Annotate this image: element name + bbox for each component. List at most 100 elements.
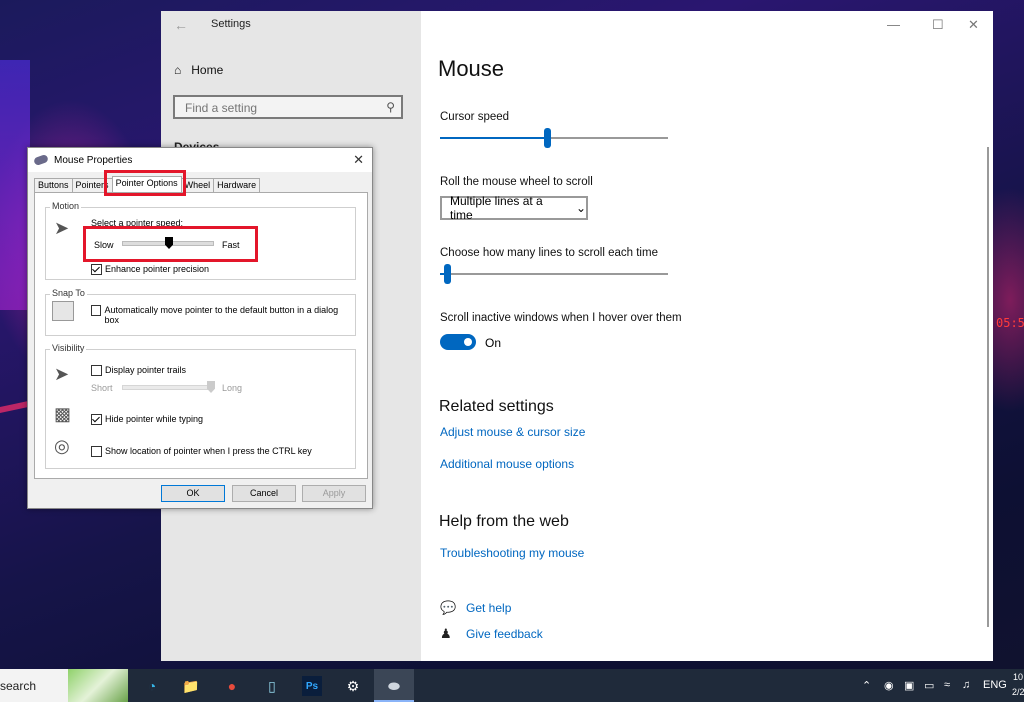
neon-decoration [0,60,30,310]
clock-time[interactable]: 10 [1013,672,1023,682]
trails-checkbox[interactable] [91,365,102,376]
troubleshooting-link[interactable]: Troubleshooting my mouse [440,546,584,560]
additional-mouse-options-link[interactable]: Additional mouse options [440,457,574,471]
snap-group: Snap To Automatically move pointer to th… [45,288,356,336]
chevron-down-icon: ⌄ [575,201,586,215]
slider-thumb[interactable] [443,264,451,284]
trails-row[interactable]: Display pointer trails [91,365,186,376]
page-title: Mouse [438,56,505,81]
meet-icon[interactable]: ◉ [884,679,894,692]
visibility-group: Visibility ➤ Display pointer trails Shor… [45,343,356,469]
snap-checkbox[interactable] [91,305,102,316]
back-arrow-icon[interactable]: ← [174,17,188,33]
taskbar: search ◔ 📁 ● ▯ Ps ⚙ ⬬ ⌃ ◉ ▣ ▭ ≈ ♫ ENG 10… [0,669,1024,702]
pointer-speed-icon: ➤ [54,218,70,238]
home-icon: ⌂ [174,63,182,77]
precision-checkbox[interactable] [91,264,102,275]
hide-checkbox[interactable] [91,414,102,425]
tab-hardware[interactable]: Hardware [213,178,261,192]
scrollbar[interactable] [987,147,989,627]
trails-slider [122,381,215,393]
hide-pointer-icon: ▩ [54,404,72,424]
adjust-mouse-link[interactable]: Adjust mouse & cursor size [440,425,585,439]
cursor-speed-label: Cursor speed [440,111,510,123]
snap-label: Automatically move pointer to the defaul… [104,305,339,325]
related-settings-title: Related settings [439,398,554,415]
ctrl-row[interactable]: Show location of pointer when I press th… [91,446,312,457]
taskbar-search-label: search [0,679,37,693]
highlight-box-tab [104,170,186,196]
file-explorer-icon[interactable]: 📁 [181,676,201,696]
ctrl-checkbox[interactable] [91,446,102,457]
nav-home[interactable]: ⌂ Home [174,63,223,77]
close-icon[interactable]: ✕ [353,152,364,168]
clock-date[interactable]: 2/2 [1012,687,1024,697]
settings-main: Mouse Cursor speed Roll the mouse wheel … [421,11,993,661]
slider-thumb [207,381,215,393]
give-feedback-label: Give feedback [466,627,543,641]
pointer-trails-icon: ➤ [54,364,70,384]
dialog-title: Mouse Properties [54,154,133,166]
mouse-icon [33,153,49,167]
lines-slider[interactable] [440,264,668,284]
toggle-knob [464,338,472,346]
app-icon[interactable]: ▯ [262,676,282,696]
trails-label: Display pointer trails [105,365,187,375]
snap-row[interactable]: Automatically move pointer to the defaul… [91,305,341,325]
window-title: Settings [211,18,251,30]
precision-label: Enhance pointer precision [105,264,210,274]
search-input[interactable] [183,100,377,116]
cancel-button[interactable]: Cancel [232,485,296,502]
ctrl-locate-icon: ◎ [54,436,70,456]
ctrl-label: Show location of pointer when I press th… [105,446,312,456]
volume-icon[interactable]: ♫ [962,679,970,691]
nav-home-label: Home [191,63,224,77]
taskbar-search[interactable]: search [0,669,128,702]
highlight-box-speed [83,226,258,262]
snap-to-icon [52,301,74,321]
desktop-clock: 05:5 [996,316,1024,330]
precision-row[interactable]: Enhance pointer precision [91,264,209,275]
wifi-icon[interactable]: ≈ [944,679,950,691]
apply-button[interactable]: Apply [302,485,366,502]
tab-buttons[interactable]: Buttons [34,178,73,192]
camera-icon[interactable]: ▣ [904,679,914,692]
mouse-icon: ⬬ [388,677,400,694]
ok-button[interactable]: OK [161,485,225,502]
inactive-scroll-label: Scroll inactive windows when I hover ove… [440,312,682,324]
search-decoration [68,669,128,702]
group-title: Visibility [50,343,87,353]
settings-search[interactable]: ⚲ [173,95,403,119]
scroll-label: Roll the mouse wheel to scroll [440,176,593,188]
scroll-dropdown[interactable]: Multiple lines at a time ⌄ [440,194,588,222]
group-title: Motion [50,201,82,211]
short-label: Short [91,383,113,393]
feedback-icon: ♟ [440,626,452,641]
group-title: Snap To [50,288,87,298]
cursor-speed-slider[interactable] [440,128,668,148]
lines-label: Choose how many lines to scroll each tim… [440,247,658,259]
get-help-label: Get help [466,601,512,615]
get-help-link[interactable]: 💬 Get help [440,600,511,616]
chrome-icon[interactable]: ● [222,676,242,696]
dialog-titlebar[interactable]: Mouse Properties ✕ [28,148,372,172]
battery-icon[interactable]: ▭ [924,679,934,692]
long-label: Long [222,383,243,393]
mouse-properties-taskbar-item[interactable]: ⬬ [374,669,414,702]
search-icon: ⚲ [386,100,395,114]
dropdown-value: Multiple lines at a time [450,194,543,222]
chevron-up-icon[interactable]: ⌃ [862,679,871,692]
edge-icon[interactable]: ◔ [142,676,162,696]
slider-fill [440,137,547,139]
slider-thumb[interactable] [543,128,551,148]
settings-gear-icon[interactable]: ⚙ [343,676,363,696]
photoshop-icon[interactable]: Ps [302,676,322,696]
help-title: Help from the web [439,513,569,530]
inactive-scroll-toggle[interactable] [440,334,476,350]
give-feedback-link[interactable]: ♟ Give feedback [440,626,543,642]
hide-row[interactable]: Hide pointer while typing [91,414,203,425]
hide-label: Hide pointer while typing [105,414,204,424]
chat-help-icon: 💬 [440,600,457,615]
mouse-properties-dialog: Mouse Properties ✕ Buttons Pointers Poin… [27,147,373,509]
language-indicator[interactable]: ENG [983,679,1007,691]
